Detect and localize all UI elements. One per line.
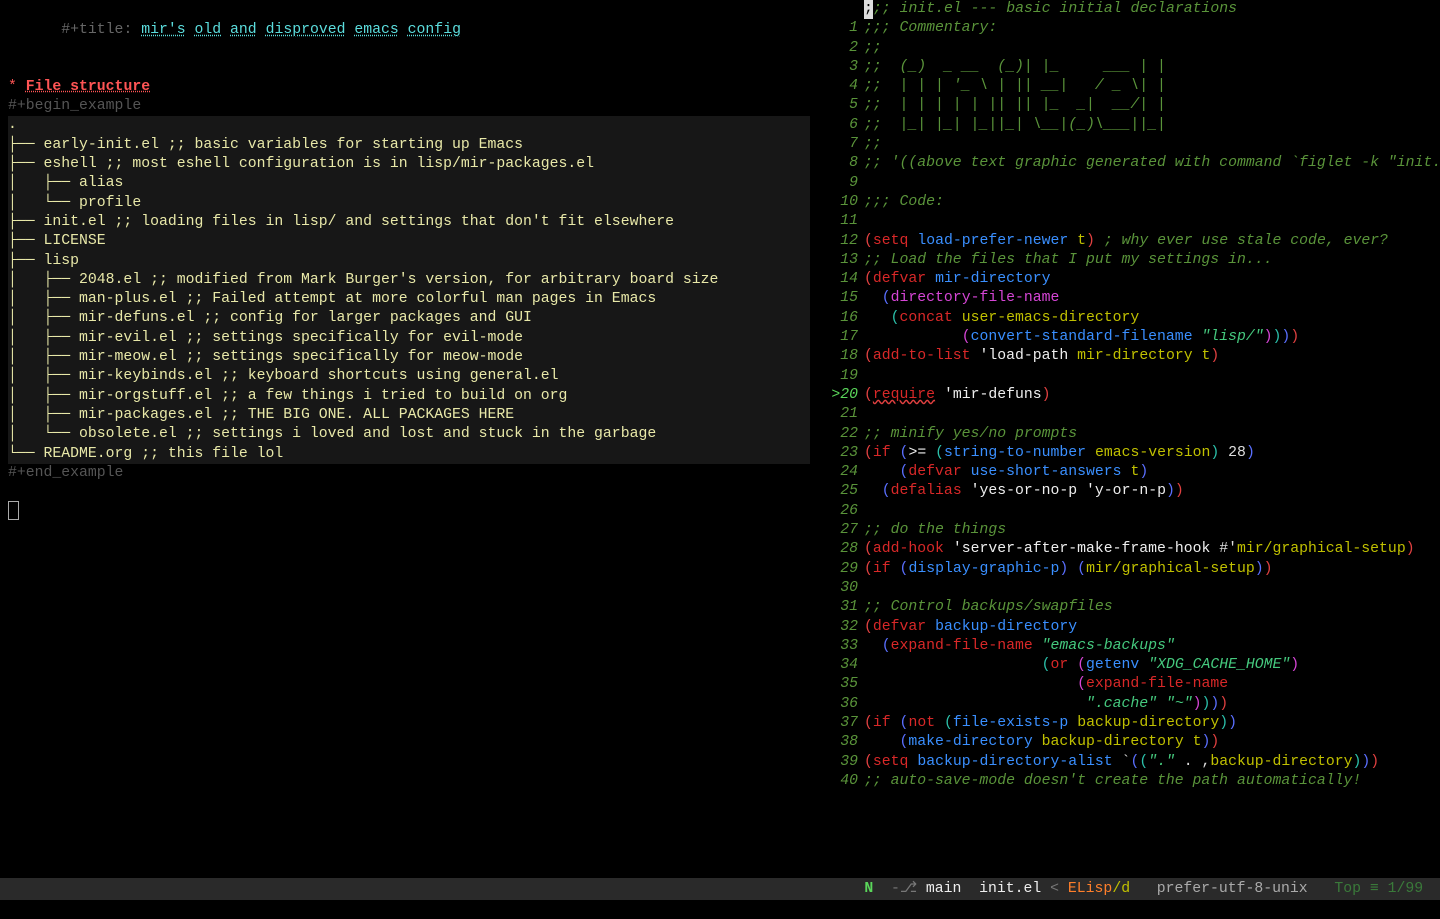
code-line[interactable]: ".cache" "~")))): [864, 695, 1440, 714]
code-line[interactable]: (add-hook 'server-after-make-frame-hook …: [864, 540, 1440, 559]
code-line[interactable]: ;; (_) _ __ (_)| |_ ___ | |: [864, 58, 1440, 77]
title-word: mir's: [141, 22, 185, 38]
code-line[interactable]: ;; do the things: [864, 521, 1440, 540]
code-line[interactable]: ;; | | | | | || || |_ _| __/| |: [864, 96, 1440, 115]
code-line[interactable]: [864, 502, 1440, 521]
tree-line: └── README.org ;; this file lol: [8, 445, 810, 464]
code-line[interactable]: ;;: [864, 39, 1440, 58]
code-line[interactable]: ;; | | | '_ \ | || __| / _ \| |: [864, 77, 1440, 96]
tree-line: ├── eshell ;; most eshell configuration …: [8, 155, 810, 174]
tree-line: │ ├── mir-orgstuff.el ;; a few things i …: [8, 387, 810, 406]
code-line[interactable]: (or (getenv "XDG_CACHE_HOME"): [864, 656, 1440, 675]
code-line[interactable]: [864, 212, 1440, 231]
code-line[interactable]: (defalias 'yes-or-no-p 'y-or-n-p)): [864, 482, 1440, 501]
modeline-encoding: prefer-utf-8-unix: [1139, 880, 1325, 899]
org-keyword: #+title:: [61, 22, 141, 38]
title-word: config: [408, 22, 461, 38]
line-number-gutter: 12345678910111213141516171819>2021222324…: [816, 0, 864, 836]
code-line[interactable]: ;; minify yes/no prompts: [864, 425, 1440, 444]
code-line[interactable]: (directory-file-name: [864, 289, 1440, 308]
tree-line: │ ├── mir-meow.el ;; settings specifical…: [8, 348, 810, 367]
tree-line: │ ├── mir-packages.el ;; THE BIG ONE. AL…: [8, 406, 810, 425]
tree-line: │ ├── alias: [8, 174, 810, 193]
tree-line: │ └── obsolete.el ;; settings i loved an…: [8, 425, 810, 444]
code-line[interactable]: ;; Control backups/swapfiles: [864, 598, 1440, 617]
code-line[interactable]: (make-directory backup-directory t)): [864, 733, 1440, 752]
code-line[interactable]: (convert-standard-filename "lisp/")))): [864, 328, 1440, 347]
right-elisp-pane[interactable]: 1 12345678910111213141516171819>20212223…: [816, 0, 1440, 836]
modeline-evil-state: N: [864, 880, 873, 899]
tree-line: .: [8, 116, 810, 135]
code-line[interactable]: ;;: [864, 135, 1440, 154]
tree-line: ├── LICENSE: [8, 232, 810, 251]
modeline-filename: init.el: [970, 880, 1050, 899]
code-line[interactable]: [864, 174, 1440, 193]
modeline-position: Top ≡ 1/99: [1325, 880, 1432, 899]
code-line[interactable]: (expand-file-name "emacs-backups": [864, 637, 1440, 656]
tree-line: ├── lisp: [8, 252, 810, 271]
modeline: N -⎇ main init.el < ELisp/d prefer-utf-8…: [0, 878, 1440, 900]
code-line[interactable]: (setq backup-directory-alist `(("." . ,b…: [864, 753, 1440, 772]
tree-line: │ ├── mir-defuns.el ;; config for larger…: [8, 309, 810, 328]
title-word: old: [195, 22, 222, 38]
tree-line: ├── init.el ;; loading files in lisp/ an…: [8, 213, 810, 232]
code-line[interactable]: ;;; Commentary:: [864, 19, 1440, 38]
title-word: emacs: [354, 22, 398, 38]
code-line[interactable]: (setq load-prefer-newer t) ; why ever us…: [864, 232, 1440, 251]
tree-line: │ ├── man-plus.el ;; Failed attempt at m…: [8, 290, 810, 309]
code-line[interactable]: ;; '((above text graphic generated with …: [864, 154, 1440, 173]
code-line[interactable]: (add-to-list 'load-path mir-directory t): [864, 347, 1440, 366]
tree-line: │ └── profile: [8, 194, 810, 213]
modeline-git-branch: main: [917, 880, 970, 899]
code-line[interactable]: (concat user-emacs-directory: [864, 309, 1440, 328]
code-line[interactable]: [864, 367, 1440, 386]
cursor: [8, 501, 19, 520]
code-line[interactable]: (if (>= (string-to-number emacs-version)…: [864, 444, 1440, 463]
left-org-pane[interactable]: #+title: mir's old and disproved emacs c…: [0, 0, 816, 836]
code-line[interactable]: [864, 579, 1440, 598]
code-line[interactable]: (if (display-graphic-p) (mir/graphical-s…: [864, 560, 1440, 579]
org-heading: * File structure: [8, 78, 816, 97]
code-line[interactable]: ;; Load the files that I put my settings…: [864, 251, 1440, 270]
modeline-major-mode: ELisp: [1059, 880, 1112, 899]
code-line[interactable]: (defvar use-short-answers t): [864, 463, 1440, 482]
example-block: .├── early-init.el ;; basic variables fo…: [8, 116, 810, 463]
org-begin-example: #+begin_example: [8, 97, 816, 116]
code-line[interactable]: ;; auto-save-mode doesn't create the pat…: [864, 772, 1440, 791]
code-line[interactable]: (if (not (file-exists-p backup-directory…: [864, 714, 1440, 733]
org-end-example: #+end_example: [8, 464, 816, 483]
code-line[interactable]: ;; |_| |_| |_||_| \__|(_)\___||_|: [864, 116, 1440, 135]
code-area[interactable]: ;;; init.el --- basic initial declaratio…: [864, 0, 1440, 836]
title-word: and: [230, 22, 257, 38]
title-word: disproved: [266, 22, 346, 38]
tree-line: │ ├── mir-evil.el ;; settings specifical…: [8, 329, 810, 348]
code-line[interactable]: (require 'mir-defuns): [864, 386, 1440, 405]
code-line[interactable]: (defvar mir-directory: [864, 270, 1440, 289]
org-title-line: #+title: mir's old and disproved emacs c…: [8, 2, 816, 60]
tree-line: │ ├── mir-keybinds.el ;; keyboard shortc…: [8, 367, 810, 386]
code-line[interactable]: (defvar backup-directory: [864, 618, 1440, 637]
tree-line: │ ├── 2048.el ;; modified from Mark Burg…: [8, 271, 810, 290]
code-line[interactable]: (expand-file-name: [864, 675, 1440, 694]
code-line[interactable]: ;;; Code:: [864, 193, 1440, 212]
code-line[interactable]: ;;; init.el --- basic initial declaratio…: [864, 0, 1440, 19]
code-line[interactable]: [864, 405, 1440, 424]
tree-line: ├── early-init.el ;; basic variables for…: [8, 136, 810, 155]
